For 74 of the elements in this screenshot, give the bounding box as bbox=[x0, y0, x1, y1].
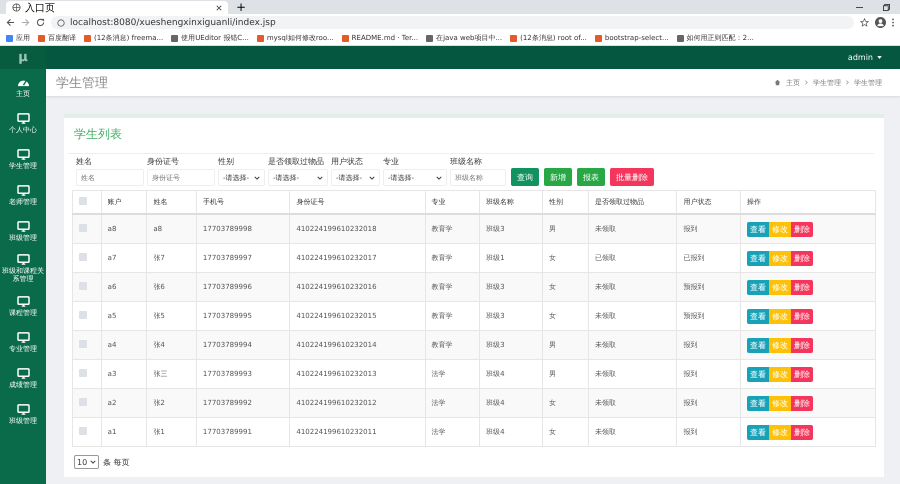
monitor-icon bbox=[16, 148, 30, 160]
checkbox[interactable] bbox=[79, 369, 87, 377]
chevron-down-icon bbox=[254, 176, 260, 180]
filter-label: 班级名称 bbox=[450, 156, 482, 167]
tab-title: 入口页 bbox=[25, 2, 55, 14]
monitor-icon bbox=[16, 368, 30, 379]
checkbox[interactable] bbox=[79, 253, 87, 261]
row-action-button[interactable]: 删除 bbox=[791, 424, 814, 440]
chevron-icon bbox=[805, 80, 808, 85]
row-action-button[interactable]: 查看 bbox=[747, 222, 770, 236]
row-action-button[interactable]: 查看 bbox=[747, 308, 770, 324]
page-size-dropdown[interactable]: 10 bbox=[74, 455, 100, 469]
reload-icon[interactable] bbox=[36, 18, 45, 27]
row-action-button[interactable]: 删除 bbox=[791, 396, 814, 410]
row-action-button[interactable]: 删除 bbox=[791, 250, 814, 266]
filter-label: 用户状态 bbox=[331, 156, 363, 167]
close-icon[interactable] bbox=[216, 4, 222, 10]
filter-label: 性别 bbox=[218, 156, 234, 167]
checkbox[interactable] bbox=[79, 282, 87, 290]
checkbox[interactable] bbox=[79, 311, 87, 319]
row-action-button[interactable]: 查看 bbox=[747, 338, 770, 352]
checkbox[interactable] bbox=[79, 340, 87, 348]
chevron-down-icon bbox=[369, 176, 375, 180]
filter-label: 是否领取过物品 bbox=[268, 156, 324, 167]
page-title: 学生管理 bbox=[56, 74, 108, 92]
row-action-button[interactable]: 查看 bbox=[747, 280, 770, 294]
restore-icon[interactable] bbox=[883, 4, 890, 11]
new-tab-button[interactable]: + bbox=[228, 1, 254, 14]
home-icon bbox=[774, 79, 781, 86]
filter-label: 姓名 bbox=[76, 156, 92, 167]
page-size-label: 条 每页 bbox=[103, 456, 130, 468]
row-action-button[interactable]: 删除 bbox=[791, 280, 814, 294]
logo: μ bbox=[0, 46, 46, 69]
monitor-icon bbox=[16, 404, 30, 415]
row-action-button[interactable]: 删除 bbox=[791, 338, 814, 352]
row-action-button[interactable]: 删除 bbox=[791, 308, 814, 324]
monitor-icon bbox=[16, 184, 30, 196]
panel-title: 学生列表 bbox=[68, 124, 874, 154]
monitor-icon bbox=[16, 112, 30, 124]
monitor-icon bbox=[16, 296, 30, 307]
row-action-button[interactable]: 删除 bbox=[791, 222, 814, 236]
address-bar[interactable]: localhost:8080/xueshengxinxiguanli/index.jsp bbox=[51, 16, 854, 29]
user-menu[interactable]: admin bbox=[848, 53, 873, 62]
row-action-button[interactable]: 查看 bbox=[747, 424, 770, 440]
monitor-icon bbox=[16, 220, 30, 232]
filter-label: 身份证号 bbox=[147, 156, 179, 167]
action-button[interactable]: 查询 bbox=[511, 168, 539, 186]
browser-tab[interactable]: 入口页 bbox=[6, 1, 228, 14]
monitor-icon bbox=[16, 254, 30, 265]
back-icon[interactable] bbox=[6, 18, 15, 27]
row-action-button[interactable]: 删除 bbox=[791, 366, 814, 382]
row-action-button[interactable]: 查看 bbox=[747, 250, 770, 266]
caret-icon[interactable] bbox=[877, 56, 882, 59]
checkbox[interactable] bbox=[79, 398, 87, 406]
checkbox[interactable] bbox=[79, 427, 87, 435]
checkbox[interactable] bbox=[79, 197, 87, 205]
row-action-button[interactable]: 查看 bbox=[747, 366, 770, 382]
forward-icon[interactable] bbox=[21, 18, 30, 27]
action-button[interactable]: 报表 bbox=[577, 168, 605, 186]
monitor-icon bbox=[16, 332, 30, 343]
chevron-down-icon bbox=[90, 460, 96, 464]
action-button[interactable]: 新增 bbox=[544, 168, 572, 186]
row-action-button[interactable]: 查看 bbox=[747, 396, 770, 410]
action-button[interactable]: 批量删除 bbox=[610, 168, 654, 186]
profile-icon[interactable] bbox=[875, 17, 886, 28]
filter-label: 专业 bbox=[383, 156, 399, 167]
chevron-down-icon bbox=[436, 176, 442, 180]
globe-icon bbox=[12, 3, 21, 12]
info-icon bbox=[57, 18, 65, 26]
chevron-icon bbox=[846, 80, 849, 85]
chevron-down-icon bbox=[317, 176, 323, 180]
checkbox[interactable] bbox=[79, 224, 87, 232]
star-icon[interactable] bbox=[860, 18, 869, 27]
minimize-icon[interactable] bbox=[856, 4, 863, 11]
